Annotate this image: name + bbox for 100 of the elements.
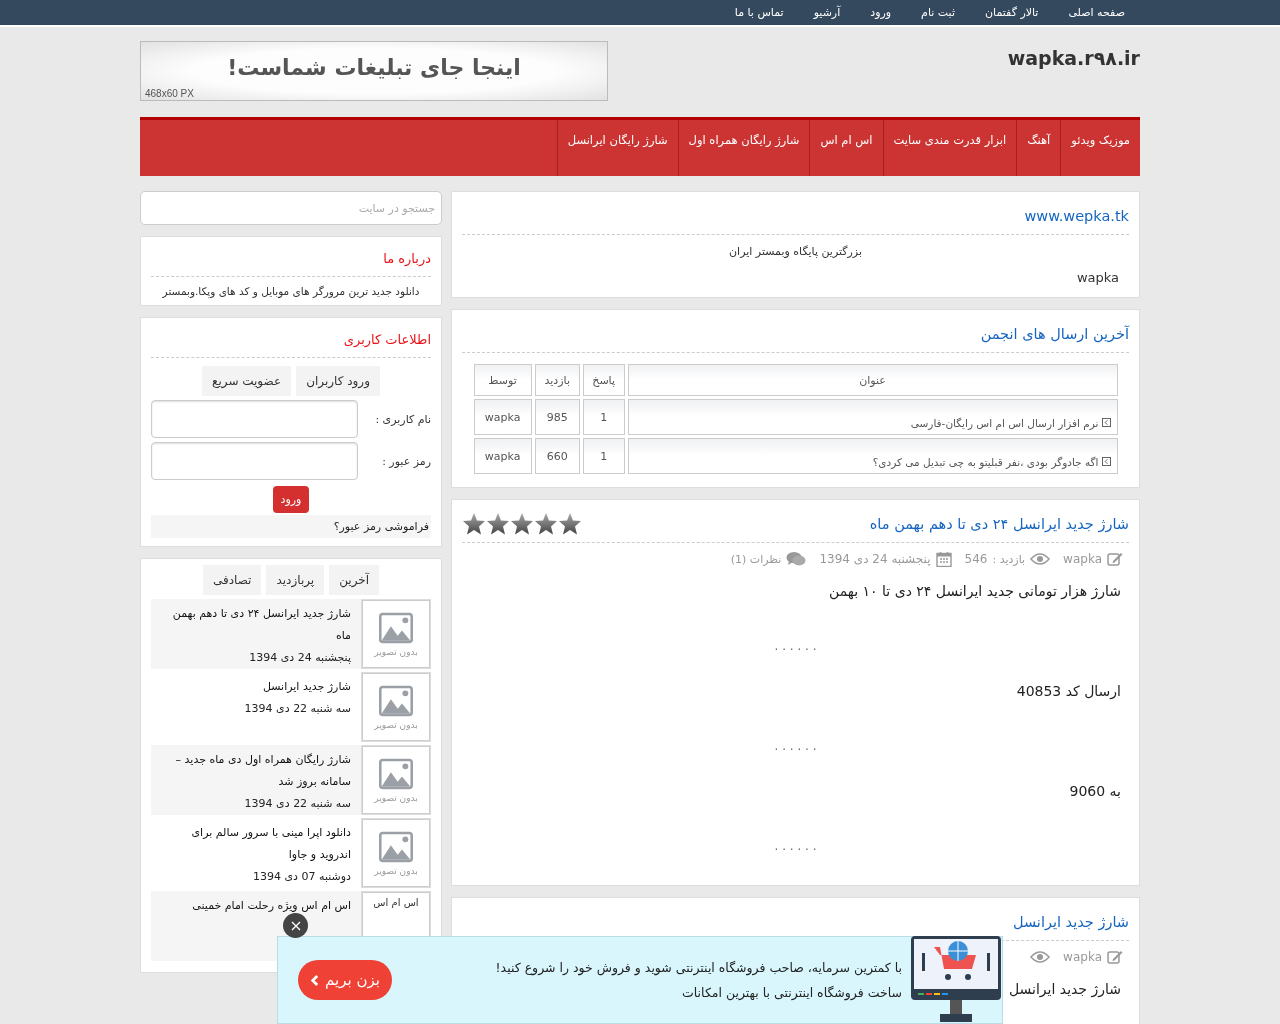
menu-item[interactable]: شارژ رایگان همراه اول (677, 120, 810, 176)
star-icon[interactable] (462, 512, 486, 536)
promo-text: با کمترین سرمایه، صاحب فروشگاه اینترنتی شوید و فروش خود را شروع کنید! (495, 960, 902, 975)
image-placeholder-icon (379, 684, 413, 717)
go-button[interactable]: بزن بریم (298, 960, 392, 1000)
calendar-icon (935, 551, 952, 567)
chevron-left-icon (310, 973, 319, 987)
post-text: شارژ هزار تومانی جدید ایرانسل ۲۴ دی تا ۱۰ بهمن (829, 582, 1121, 602)
star-icon[interactable] (534, 512, 558, 536)
arrow-box-icon (1101, 457, 1111, 466)
menu-item[interactable]: موزیک ویدئو (1060, 120, 1140, 176)
thumbnail-text: اس ام اس (373, 897, 419, 908)
post-date: پنجشنبه 24 دی 1394 (819, 552, 931, 566)
panel-title: اطلاعات کاربری (342, 331, 431, 350)
tagline-text: بزرگترین پایگاه وبمستر ایران (728, 244, 863, 260)
table-cell: wapka (484, 449, 521, 463)
login-tab[interactable]: عضویت سریع (202, 366, 292, 396)
ad-size-label: 468x60 PX (145, 88, 194, 99)
edit-icon (1107, 551, 1123, 567)
post-list-item[interactable]: بدون تصویر دانلود اپرا مینی با سرور سالم برای اندروید و جاوا دوشنبه 07 دی 1394 (151, 818, 431, 888)
post-title: شارژ جدید ایرانسل (261, 679, 351, 695)
star-icon[interactable] (558, 512, 582, 536)
dots-separator: . . . . . . (773, 738, 818, 755)
panel-title-link[interactable]: www.wepka.tk (462, 204, 1129, 228)
views-label: بازدید : (992, 552, 1026, 566)
post-text: شارژ جدید ایرانسل (1008, 980, 1121, 1000)
eye-icon (1030, 949, 1051, 965)
views-count: 546 (964, 552, 988, 566)
post-list-item[interactable]: بدون تصویر شارژ جدید ایرانسل ۲۴ دی تا دهم بهمن ماه پنجشنبه 24 دی 1394 (151, 599, 431, 669)
site-logo[interactable]: wapka.r۹۸.ir (1007, 47, 1140, 69)
top-nav-link[interactable]: ورود (855, 0, 907, 25)
post-date: پنجشنبه 24 دی 1394 (248, 651, 351, 664)
column-header: پاسخ (582, 364, 625, 396)
dots-separator: . . . . . . (773, 838, 818, 855)
post-date: سه شنبه 22 دی 1394 (243, 797, 351, 810)
star-rating[interactable] (462, 512, 582, 536)
list-tab[interactable]: پربازدید (266, 565, 325, 595)
post-title: دانلود اپرا مینی با سرور سالم برای اندروید و جاوا (190, 825, 351, 863)
top-nav-link[interactable]: ثبت نام (906, 0, 970, 25)
list-tab[interactable]: آخرین (329, 565, 380, 595)
input-field[interactable] (151, 400, 358, 438)
post-date: دوشنبه 07 دی 1394 (252, 870, 351, 883)
post-list-item[interactable]: بدون تصویر شارژ جدید ایرانسل سه شنبه 22 دی 1394 (151, 672, 431, 742)
comments-icon (786, 551, 807, 567)
list-tab[interactable]: تصادفی (202, 565, 262, 595)
field-label: نام کاربری : (375, 412, 431, 426)
column-header: عنوان (627, 364, 1118, 396)
search-field[interactable]: جستجو در سایت (140, 191, 442, 225)
close-icon (290, 920, 301, 931)
forgot-password-link[interactable]: فراموشی رمز عبور؟ (151, 515, 431, 538)
menu-item[interactable]: آهنگ (1016, 120, 1061, 176)
panel-title: درباره ما (382, 250, 431, 268)
table-cell: 1 (600, 449, 608, 463)
promo-text: ساخت فروشگاه اینترنتی با بهترین امکانات (681, 985, 902, 1000)
post-list-item[interactable]: بدون تصویر شارژ رایگان همراه اول دی ماه جدید – سامانه بروز شد سه شنبه 22 دی 1394 (151, 745, 431, 815)
column-header: بازدید (534, 364, 580, 396)
input-field[interactable] (151, 442, 358, 480)
thumbnail-label: بدون تصویر (374, 646, 418, 657)
table-cell: 660 (546, 449, 568, 463)
thumbnail-label: بدون تصویر (374, 865, 418, 876)
panel-title: آخرین ارسال های انجمن (979, 324, 1129, 345)
field-label: رمز عبور : (382, 454, 431, 468)
top-nav-link[interactable]: آرشیو (798, 0, 856, 25)
post-title-link[interactable]: شارژ جدید ایرانسل ۲۴ دی تا دهم بهمن ماه (869, 512, 1129, 536)
author-text: wapka (1063, 950, 1102, 964)
about-text: دانلود جدید ترین مرورگر های موبایل و کد های وپکا.وبمستر (161, 285, 421, 297)
column-header: توسط (473, 364, 532, 396)
topic-link[interactable]: نرم افزار ارسال اس ام اس رایگان-فارسی (910, 416, 1099, 429)
post-title-link[interactable]: شارژ جدید ایرانسل (1012, 910, 1129, 934)
login-button[interactable]: ورود (272, 486, 310, 513)
image-placeholder-icon (379, 611, 413, 644)
post-date: سه شنبه 22 دی 1394 (244, 702, 351, 715)
top-nav-link[interactable]: صفحه اصلی (1053, 0, 1140, 25)
login-tab[interactable]: ورود کاربران (296, 366, 380, 396)
thumbnail-label: بدون تصویر (374, 792, 418, 803)
edit-icon (1107, 949, 1123, 965)
post-text: به 9060 (1069, 782, 1121, 801)
top-nav-link[interactable]: تماس با ما (719, 0, 799, 25)
menu-item[interactable]: شارژ رایگان ایرانسل (556, 120, 678, 176)
author-text: wapka (1063, 552, 1102, 566)
table-cell: wapka (484, 410, 521, 424)
eye-icon (1030, 551, 1051, 567)
ad-text: اینجا جای تبلیغات شماست! (227, 54, 521, 80)
post-title: اس ام اس ویژه رحلت امام خمینی (192, 898, 351, 914)
image-placeholder-icon (379, 757, 413, 790)
post-title: شارژ جدید ایرانسل ۲۴ دی تا دهم بهمن ماه (171, 606, 351, 644)
table-cell: 985 (546, 410, 568, 424)
star-icon[interactable] (510, 512, 534, 536)
thumbnail-label: بدون تصویر (374, 719, 418, 730)
menu-item[interactable]: اس ام اس (809, 120, 883, 176)
topic-link[interactable]: اگه جادوگر بودی ،نفر قبلیتو به چی تبدیل می کردی؟ (872, 455, 1099, 468)
menu-item[interactable]: ابزار قدرت مندی سایت (882, 120, 1017, 176)
table-cell: 1 (600, 410, 608, 424)
post-text: ارسال کد 40853 (1016, 682, 1121, 702)
top-nav-link[interactable]: تالار گفتمان (970, 0, 1054, 25)
author-text: wapka (1075, 269, 1120, 287)
post-title: شارژ رایگان همراه اول دی ماه جدید – سامانه بروز شد (174, 752, 351, 790)
arrow-box-icon (1101, 418, 1111, 427)
image-placeholder-icon (379, 830, 413, 863)
star-icon[interactable] (486, 512, 510, 536)
